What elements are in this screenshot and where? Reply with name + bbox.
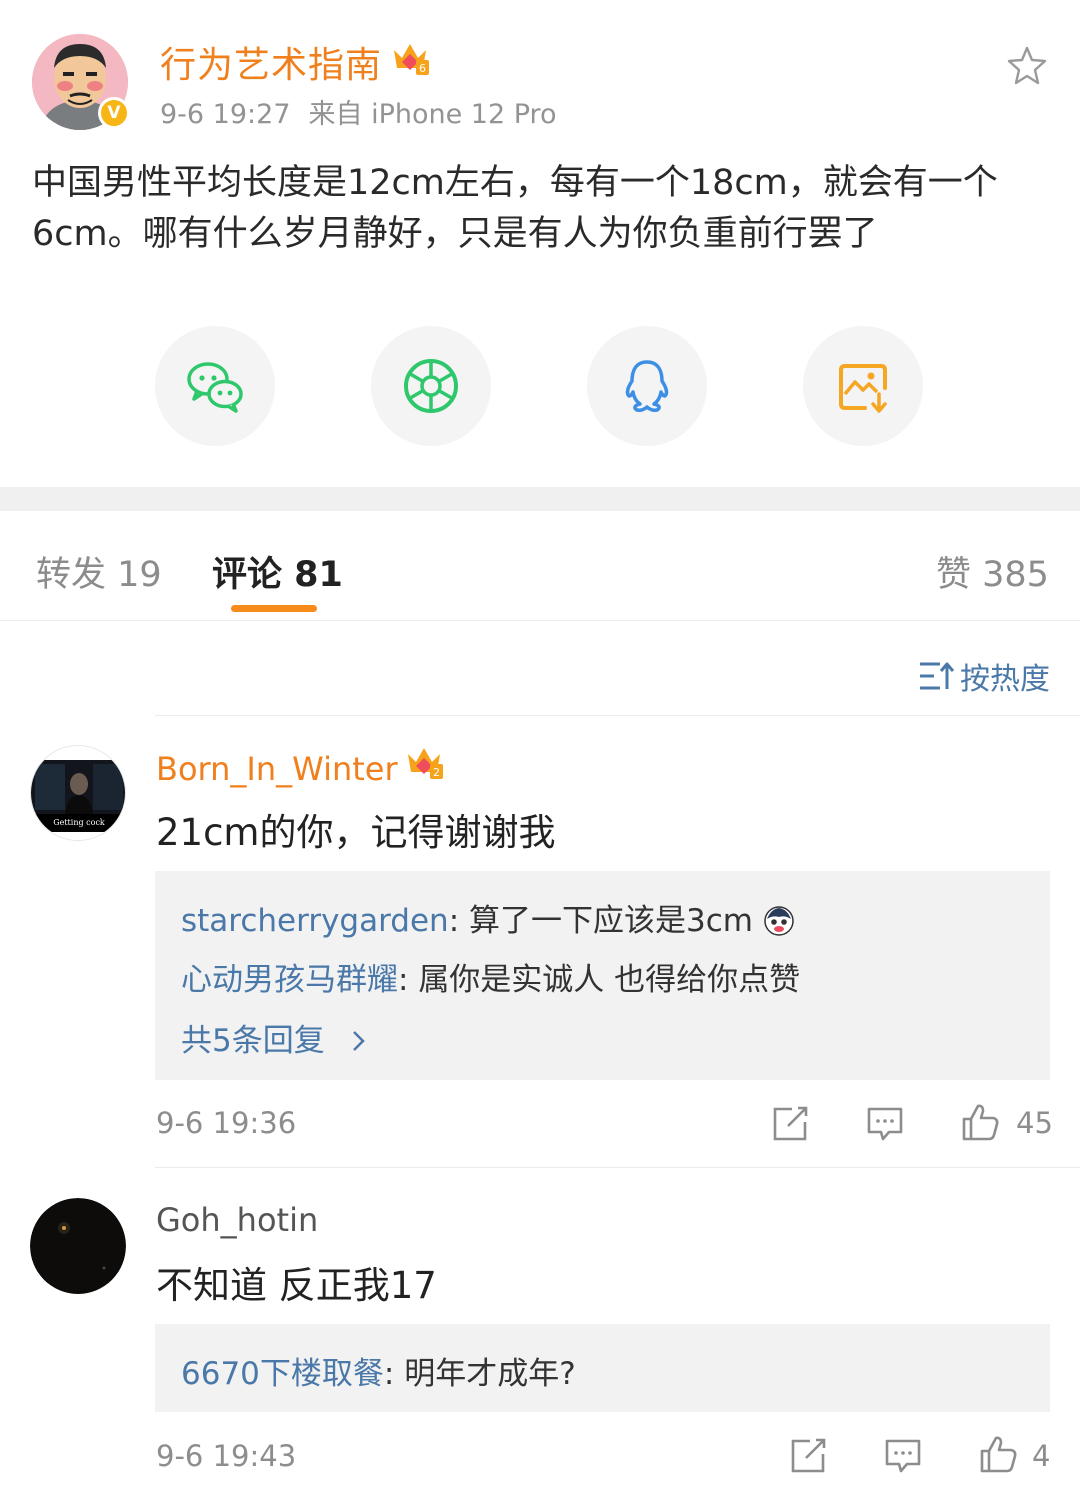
reply-text: 明年才成年?	[404, 1356, 576, 1392]
comment-icon	[885, 1439, 921, 1473]
post-time: 9-6 19:27	[160, 99, 291, 130]
comment-time: 9-6 19:43	[156, 1439, 297, 1473]
comment-avatar[interactable]	[30, 1198, 126, 1294]
comment-avatar[interactable]: Getting cock	[30, 745, 126, 841]
tab-likes[interactable]: 赞 385	[936, 546, 1049, 597]
chevron-right-icon	[352, 1031, 365, 1051]
tab-reposts[interactable]: 转发 19	[36, 546, 162, 597]
like-count: 45	[1016, 1106, 1053, 1140]
comment-time: 9-6 19:36	[156, 1106, 297, 1140]
reply-author[interactable]: 6670下楼取餐	[181, 1356, 384, 1392]
crown-icon: 2	[408, 748, 443, 779]
avatar-caption: Getting cock	[53, 818, 105, 827]
comment-author[interactable]: Born_In_Winter	[156, 750, 398, 788]
comment-divider	[155, 1167, 1080, 1168]
wechat-icon	[187, 362, 243, 413]
reply-button[interactable]	[883, 1436, 923, 1476]
doge-emoji-icon	[764, 906, 794, 936]
reply-author[interactable]: starcherrygarden	[181, 903, 449, 939]
comment-text: 不知道 反正我17	[156, 1264, 437, 1307]
like-button[interactable]	[978, 1434, 1018, 1474]
sort-by-heat-button[interactable]: 按热度	[918, 656, 1050, 697]
thumbs-up-icon	[962, 1104, 999, 1141]
share-moments-button[interactable]	[371, 326, 491, 446]
forward-button[interactable]	[770, 1104, 810, 1144]
moments-icon	[404, 359, 458, 413]
level-badge-text: 6	[419, 62, 426, 75]
sort-label: 按热度	[960, 662, 1050, 697]
post-text: 中国男性平均长度是12cm左右，每有一个18cm，就会有一个6cm。哪有什么岁月…	[32, 163, 998, 254]
share-arrow-icon	[791, 1438, 826, 1473]
verified-badge: V	[98, 97, 130, 129]
forward-button[interactable]	[788, 1436, 828, 1476]
share-arrow-icon	[773, 1106, 808, 1141]
reply-author[interactable]: 心动男孩马群耀	[181, 962, 398, 998]
crown-icon: 6	[394, 44, 429, 75]
share-qq-button[interactable]	[587, 326, 707, 446]
reply-item: 心动男孩马群耀: 属你是实诚人 也得给你点赞	[181, 954, 800, 999]
share-wechat-button[interactable]	[155, 326, 275, 446]
level-badge-text: 2	[433, 766, 440, 779]
comment-icon	[867, 1107, 903, 1141]
active-tab-indicator	[231, 605, 317, 612]
favorite-star-icon[interactable]	[1005, 44, 1049, 88]
reply-box: starcherrygarden: 算了一下应该是3cm 心动男孩马群耀: 属你…	[155, 871, 1050, 1080]
like-button[interactable]	[960, 1102, 1000, 1142]
comment-text: 21cm的你，记得谢谢我	[156, 811, 556, 854]
save-image-button[interactable]	[803, 326, 923, 446]
author-name[interactable]: 行为艺术指南	[160, 36, 382, 88]
view-more-replies-link[interactable]: 共5条回复	[181, 1015, 369, 1060]
tab-comments[interactable]: 评论 81	[212, 546, 343, 597]
reply-separator: :	[448, 903, 470, 939]
reply-button[interactable]	[865, 1104, 905, 1144]
post-header: V 行为艺术指南 6 9-6 19:27 来自 iPhone 12 Pro	[0, 0, 1080, 140]
save-image-icon	[839, 364, 887, 413]
view-more-replies-label: 共5条回复	[181, 1023, 325, 1059]
section-divider	[0, 487, 1080, 511]
sort-icon	[920, 662, 954, 690]
sort-divider	[155, 715, 1080, 716]
tab-bar-divider	[0, 620, 1080, 621]
reply-separator: :	[383, 1356, 405, 1392]
reply-separator: :	[398, 962, 419, 998]
qq-icon	[625, 360, 669, 412]
post-source: 来自 iPhone 12 Pro	[308, 99, 557, 130]
comment-author[interactable]: Goh_hotin	[156, 1201, 318, 1239]
reply-text: 算了一下应该是3cm	[469, 903, 753, 939]
reply-text: 属你是实诚人 也得给你点赞	[418, 962, 801, 998]
like-count: 4	[1032, 1439, 1051, 1473]
post-meta: 9-6 19:27 来自 iPhone 12 Pro	[160, 92, 557, 131]
reply-item: starcherrygarden: 算了一下应该是3cm	[181, 895, 795, 940]
thumbs-up-icon	[980, 1436, 1017, 1473]
reply-box: 6670下楼取餐: 明年才成年?	[155, 1324, 1050, 1412]
reply-item: 6670下楼取餐: 明年才成年?	[181, 1348, 576, 1393]
